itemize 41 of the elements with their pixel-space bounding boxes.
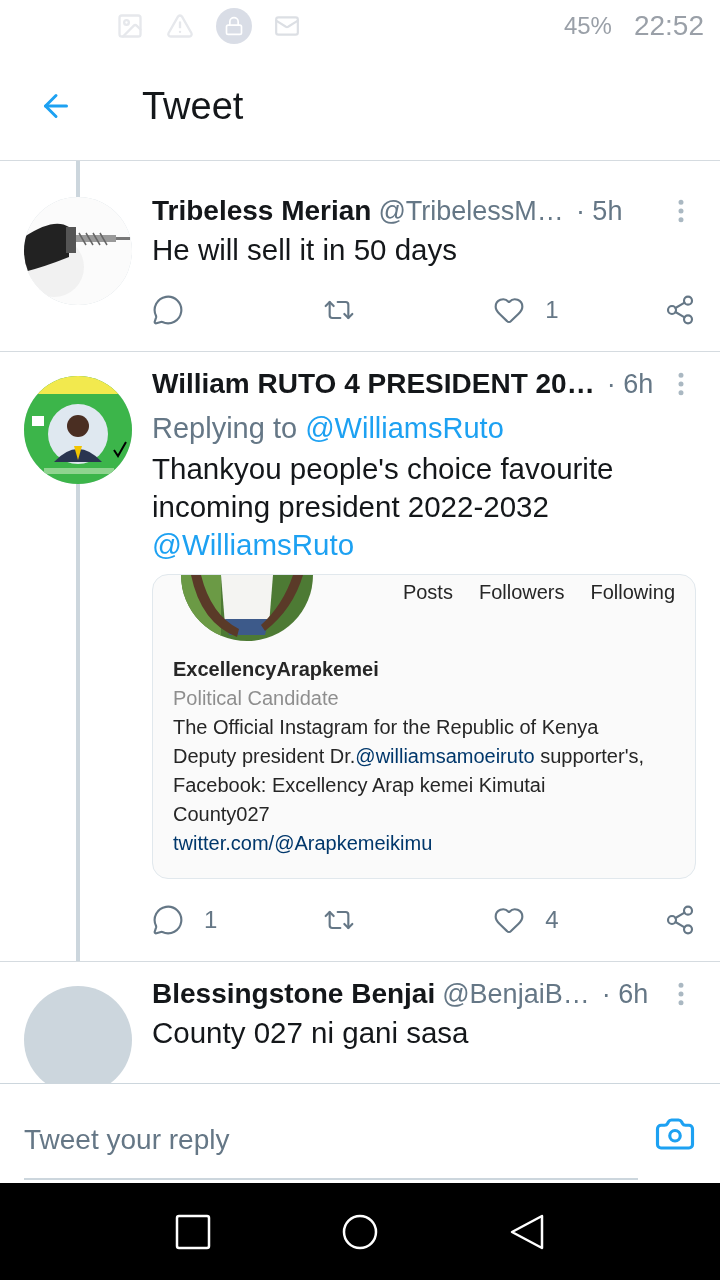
image-icon: [116, 12, 144, 40]
tweet-text: Thankyou people's choice favourite incoming president 2022-2032 @WilliamsRuto: [152, 451, 615, 563]
user-handle: @BenjaiB…: [442, 978, 590, 1010]
embedded-image-card[interactable]: [152, 574, 696, 879]
lock-icon: [216, 8, 252, 44]
tweet-time: · 5h: [575, 195, 623, 227]
reply-icon: [152, 294, 184, 326]
reply-input[interactable]: Tweet your reply: [24, 1101, 638, 1180]
battery-percent: 45%: [563, 12, 612, 40]
replying-to-text: Replying to @WilliamsRuto: [152, 411, 505, 446]
mention-link[interactable]: @williamsamoeiruto: [355, 745, 535, 767]
clock-time: 22:52: [633, 10, 704, 42]
stat-label: Followers: [478, 581, 565, 605]
reply-icon: [152, 904, 184, 936]
tweet-text: County 027 ni gani sasa: [152, 1015, 470, 1051]
profile-category: Political Candidate: [173, 686, 340, 711]
profile-bio: The Official Instagram for the Republic of Kenya Deputy president Dr.@williamsamoeiruto supporter's, Facebook: Excellency Arap kemei Kimutai County027: [173, 715, 645, 827]
like-button[interactable]: 4: [493, 900, 664, 940]
warning-icon: [166, 12, 194, 40]
reply-button[interactable]: 1: [152, 900, 323, 940]
stat-label: Following: [590, 581, 675, 605]
page-title: Tweet: [142, 84, 244, 128]
recent-apps-icon[interactable]: [175, 1213, 211, 1250]
mention-link[interactable]: @WilliamsRuto: [152, 528, 355, 561]
tweet-time: · 6h: [601, 978, 649, 1010]
back-nav-icon[interactable]: [509, 1213, 545, 1250]
user-name: William RUTO 4 PRESIDENT 20…: [152, 368, 595, 400]
tweet-time: · 6h: [606, 368, 654, 400]
tweet-text: He will sell it in 50 days: [152, 232, 458, 268]
user-handle: @TribelessM…: [378, 195, 564, 227]
home-icon[interactable]: [341, 1212, 379, 1251]
share-icon: [664, 294, 696, 326]
share-icon: [664, 904, 696, 936]
user-name: Tribeless Merian: [152, 195, 372, 227]
user-name: Blessingstone Benjai: [152, 978, 436, 1010]
like-button[interactable]: 1: [493, 290, 664, 330]
mention-link[interactable]: @WilliamsRuto: [305, 412, 504, 444]
profile-username: ExcellencyArapkemei: [173, 657, 380, 682]
mail-icon: [274, 13, 300, 39]
stat-label: Posts: [402, 581, 453, 605]
profile-link[interactable]: twitter.com/@Arapkemeikimu: [173, 832, 433, 854]
